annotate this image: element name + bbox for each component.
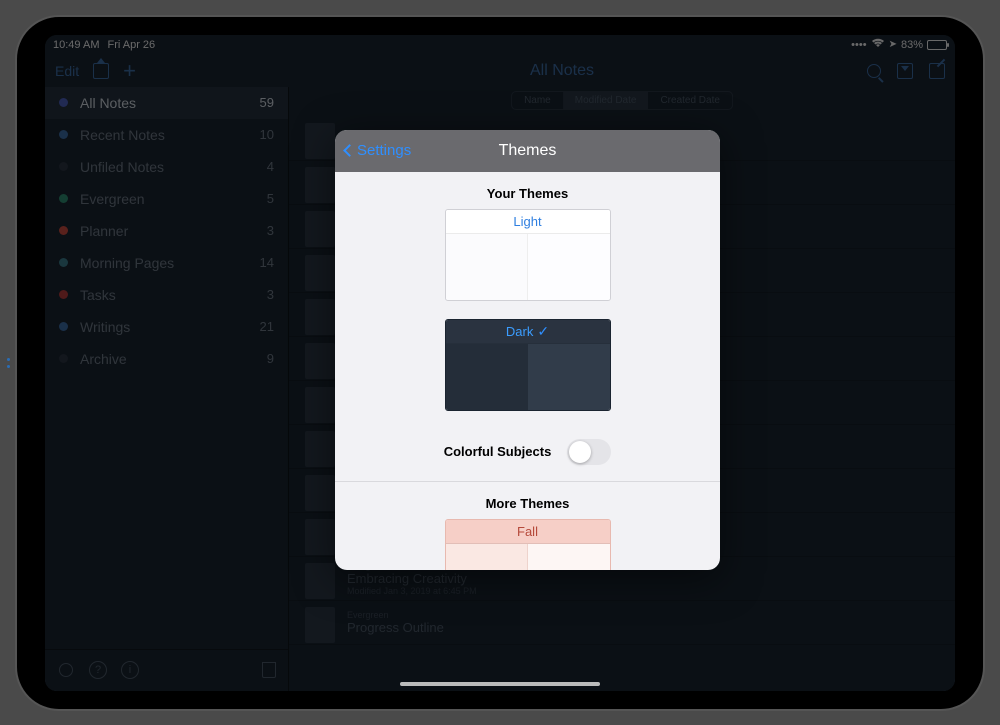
back-button[interactable]: Settings bbox=[345, 142, 411, 159]
colorful-subjects-row: Colorful Subjects bbox=[335, 429, 720, 482]
check-icon: ✓ bbox=[537, 323, 549, 340]
theme-light[interactable]: Light bbox=[445, 209, 611, 301]
ipad-bezel: 10:49 AM Fri Apr 26 •••• ➤ 83% Edit + Al… bbox=[15, 15, 985, 711]
themes-popover: Settings Themes Your Themes Light bbox=[335, 130, 720, 570]
popover-header: Settings Themes bbox=[335, 130, 720, 172]
colorful-subjects-toggle[interactable] bbox=[567, 439, 611, 465]
bezel-speaker-dots bbox=[7, 358, 10, 368]
more-themes-heading: More Themes bbox=[335, 482, 720, 519]
colorful-subjects-label: Colorful Subjects bbox=[444, 444, 552, 459]
popover-body[interactable]: Your Themes Light Dark ✓ bbox=[335, 172, 720, 570]
your-themes-heading: Your Themes bbox=[335, 172, 720, 209]
back-label: Settings bbox=[357, 142, 411, 159]
screen: 10:49 AM Fri Apr 26 •••• ➤ 83% Edit + Al… bbox=[45, 35, 955, 691]
home-indicator[interactable] bbox=[400, 682, 600, 686]
theme-light-label: Light bbox=[513, 214, 541, 229]
theme-dark-label: Dark bbox=[506, 324, 533, 339]
chevron-left-icon bbox=[343, 144, 356, 157]
theme-dark[interactable]: Dark ✓ bbox=[445, 319, 611, 411]
theme-fall[interactable]: Fall bbox=[445, 519, 611, 570]
theme-fall-label: Fall bbox=[517, 524, 538, 539]
